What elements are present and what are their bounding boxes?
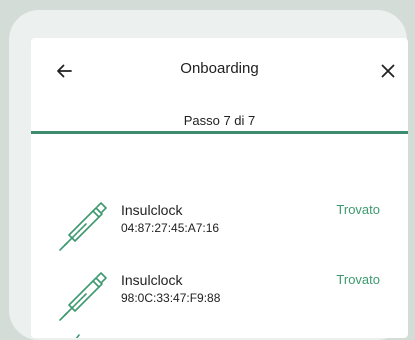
page-title: Onboarding (180, 60, 259, 77)
device-frame: Onboarding Passo 7 di 7 Insulclock 04:87 (9, 10, 408, 340)
insulin-pen-icon (75, 334, 80, 338)
onboarding-screen: Onboarding Passo 7 di 7 Insulclock 04:87 (31, 38, 408, 338)
progress-divider (31, 131, 408, 134)
device-list-item[interactable]: Insulclock 98:0C:33:47:F9:88 Trovato (31, 272, 408, 322)
device-mac-address: 04:87:27:45:A7:16 (121, 221, 220, 235)
close-button[interactable] (374, 57, 402, 85)
insulin-pen-icon (59, 202, 107, 251)
device-list-item[interactable]: Insulclock 04:87:27:45:A7:16 Trovato (31, 202, 408, 252)
device-name: Insulclock (121, 202, 183, 218)
device-mac-address: 98:0C:33:47:F9:88 (121, 291, 221, 305)
device-name: Insulclock (121, 272, 183, 288)
step-indicator: Passo 7 di 7 (183, 113, 256, 128)
close-icon (381, 64, 395, 78)
insulin-pen-icon (59, 272, 107, 321)
device-status: Trovato (336, 202, 380, 217)
device-status: Trovato (336, 272, 380, 287)
